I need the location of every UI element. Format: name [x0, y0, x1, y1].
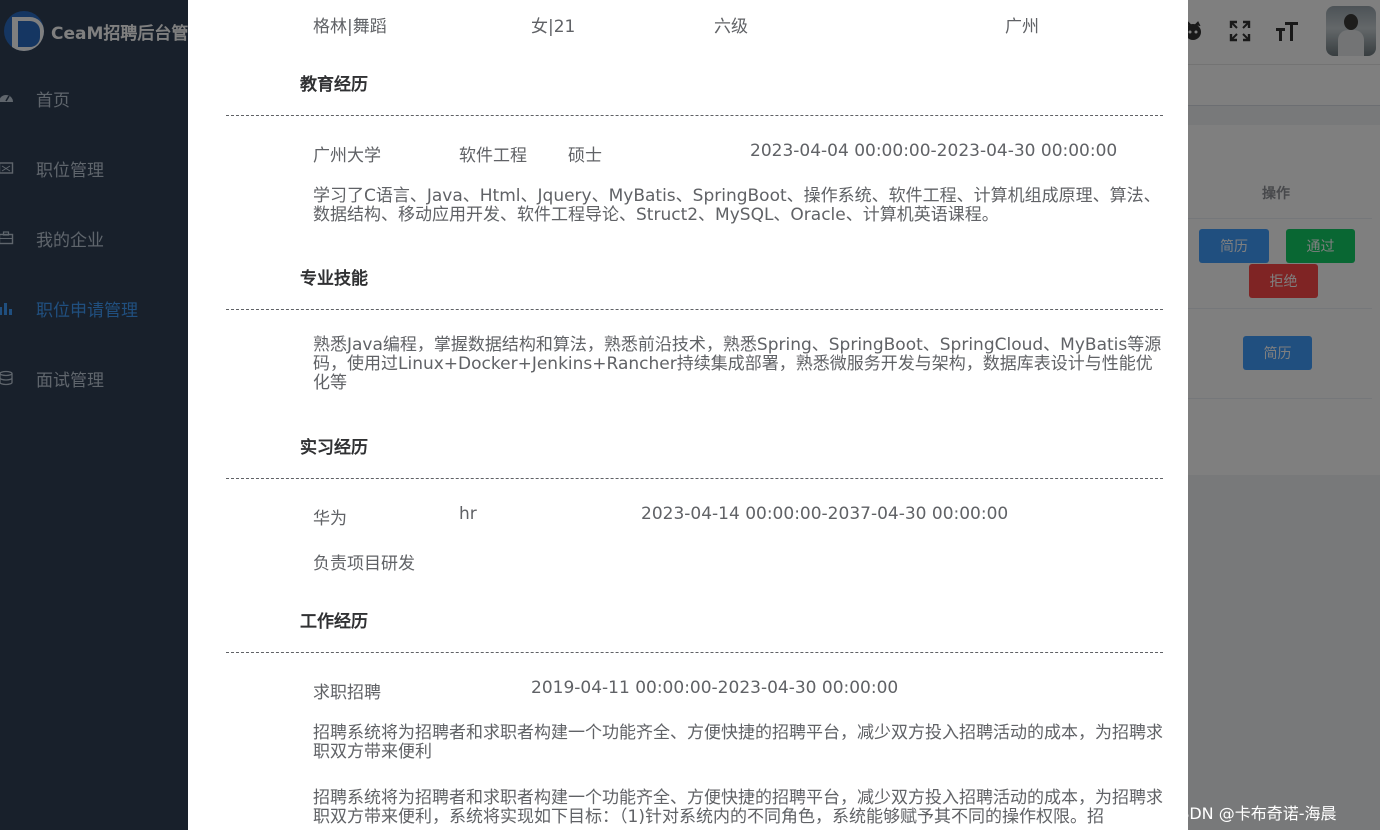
- section-title-work: 工作经历: [300, 612, 368, 632]
- internship-description: 负责项目研发: [313, 554, 415, 574]
- watermark: CSDN @卡布奇诺-海晨: [1168, 804, 1337, 823]
- section-title-skills: 专业技能: [300, 269, 368, 289]
- internship-company: 华为: [313, 509, 347, 529]
- internship-position: hr: [459, 504, 477, 524]
- candidate-english-level: 六级: [714, 17, 748, 37]
- section-divider: [226, 652, 1163, 653]
- section-title-internship: 实习经历: [300, 438, 368, 458]
- section-divider: [226, 309, 1163, 310]
- section-title-education: 教育经历: [300, 75, 368, 95]
- work-description: 招聘系统将为招聘者和求职者构建一个功能齐全、方便快捷的招聘平台，减少双方投入招聘…: [313, 788, 1163, 827]
- work-period: 2019-04-11 00:00:00-2023-04-30 00:00:00: [531, 678, 899, 698]
- section-divider: [226, 115, 1163, 116]
- candidate-city: 广州: [1005, 17, 1039, 37]
- skills-description: 熟悉Java编程，掌握数据结构和算法，熟悉前沿技术，熟悉Spring、Sprin…: [313, 335, 1162, 393]
- work-project: 求职招聘: [313, 683, 381, 703]
- work-description: 招聘系统将为招聘者和求职者构建一个功能齐全、方便快捷的招聘平台，减少双方投入招聘…: [313, 723, 1163, 762]
- candidate-name: 格林|舞蹈: [313, 17, 387, 37]
- section-divider: [226, 478, 1163, 479]
- education-major: 软件工程: [459, 146, 527, 166]
- education-school: 广州大学: [313, 146, 381, 166]
- education-degree: 硕士: [568, 146, 602, 166]
- resume-dialog: 格林|舞蹈 女|21 六级 广州 教育经历 广州大学 软件工程 硕士 2023-…: [188, 0, 1188, 830]
- education-period: 2023-04-04 00:00:00-2023-04-30 00:00:00: [750, 141, 1118, 161]
- education-description: 学习了C语言、Java、Html、Jquery、MyBatis、SpringBo…: [313, 186, 1161, 225]
- internship-period: 2023-04-14 00:00:00-2037-04-30 00:00:00: [641, 504, 1009, 524]
- candidate-gender-age: 女|21: [531, 17, 576, 37]
